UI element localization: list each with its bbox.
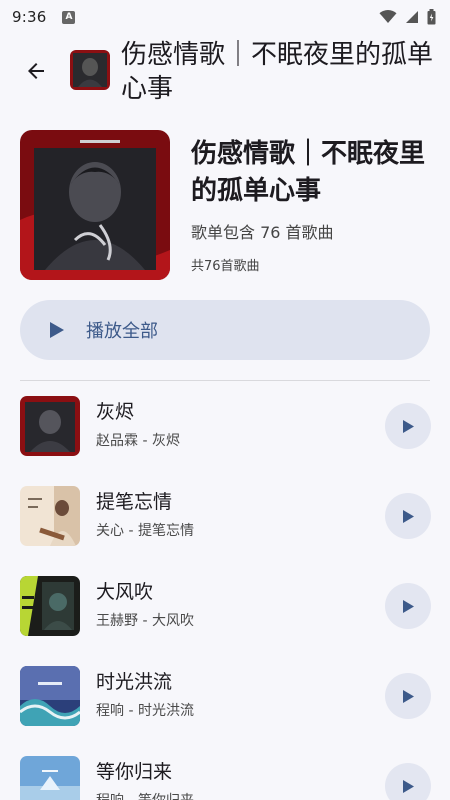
signal-icon — [406, 11, 418, 23]
song-item[interactable]: 时光洪流 程响 - 时光洪流 — [0, 663, 450, 729]
play-icon — [50, 322, 64, 338]
song-title: 灰烬 — [96, 401, 135, 423]
song-play-button[interactable] — [385, 763, 431, 800]
back-button[interactable] — [19, 54, 53, 88]
status-icons — [379, 9, 436, 25]
song-play-button[interactable] — [385, 673, 431, 719]
song-artist: 王赫野 - 大风吹 — [96, 613, 194, 629]
song-cover — [20, 486, 80, 546]
status-time: 9:36 — [12, 8, 47, 26]
play-icon — [402, 599, 414, 613]
song-title: 等你归来 — [96, 761, 173, 783]
page-title: 伤感情歌｜不眠夜里的孤单心事 — [121, 40, 434, 104]
divider — [20, 380, 430, 381]
arrow-left-icon — [28, 63, 44, 79]
play-icon — [402, 689, 414, 703]
song-title: 时光洪流 — [96, 671, 173, 693]
song-cover — [20, 666, 80, 726]
play-all-button[interactable]: 播放全部 — [20, 300, 430, 360]
play-icon — [402, 509, 414, 523]
song-artist: 赵品霖 - 灰烬 — [96, 433, 180, 449]
song-cover — [20, 756, 80, 800]
song-artist: 程响 - 等你归来 — [96, 791, 194, 800]
play-icon — [402, 419, 414, 433]
song-cover — [20, 576, 80, 636]
song-artist: 程响 - 时光洪流 — [96, 703, 194, 719]
song-item[interactable]: 灰烬 赵品霖 - 灰烬 — [0, 393, 450, 459]
song-item[interactable]: 大风吹 王赫野 - 大风吹 — [0, 573, 450, 639]
playlist-title: 伤感情歌｜不眠夜里的孤单心事 — [191, 139, 426, 206]
song-artist: 关心 - 提笔忘情 — [96, 523, 194, 539]
playlist-song-count: 共76首歌曲 — [191, 259, 260, 274]
song-item[interactable]: 等你归来 程响 - 等你归来 — [0, 753, 450, 800]
playlist-thumbnail — [70, 50, 110, 90]
top-app-bar: 伤感情歌｜不眠夜里的孤单心事 — [0, 34, 450, 112]
song-item[interactable]: 提笔忘情 关心 - 提笔忘情 — [0, 483, 450, 549]
play-icon — [402, 779, 414, 793]
song-play-button[interactable] — [385, 493, 431, 539]
song-play-button[interactable] — [385, 403, 431, 449]
song-play-button[interactable] — [385, 583, 431, 629]
wifi-icon — [379, 10, 397, 23]
playlist-cover — [20, 130, 170, 280]
playlist-description: 歌单包含 76 首歌曲 — [191, 223, 334, 242]
song-cover — [20, 396, 80, 456]
notification-badge: A — [62, 10, 76, 24]
battery-icon — [427, 9, 436, 25]
song-title: 提笔忘情 — [96, 491, 173, 513]
play-all-label: 播放全部 — [86, 321, 158, 342]
song-title: 大风吹 — [96, 581, 154, 603]
status-bar: 9:36 A — [0, 0, 450, 34]
